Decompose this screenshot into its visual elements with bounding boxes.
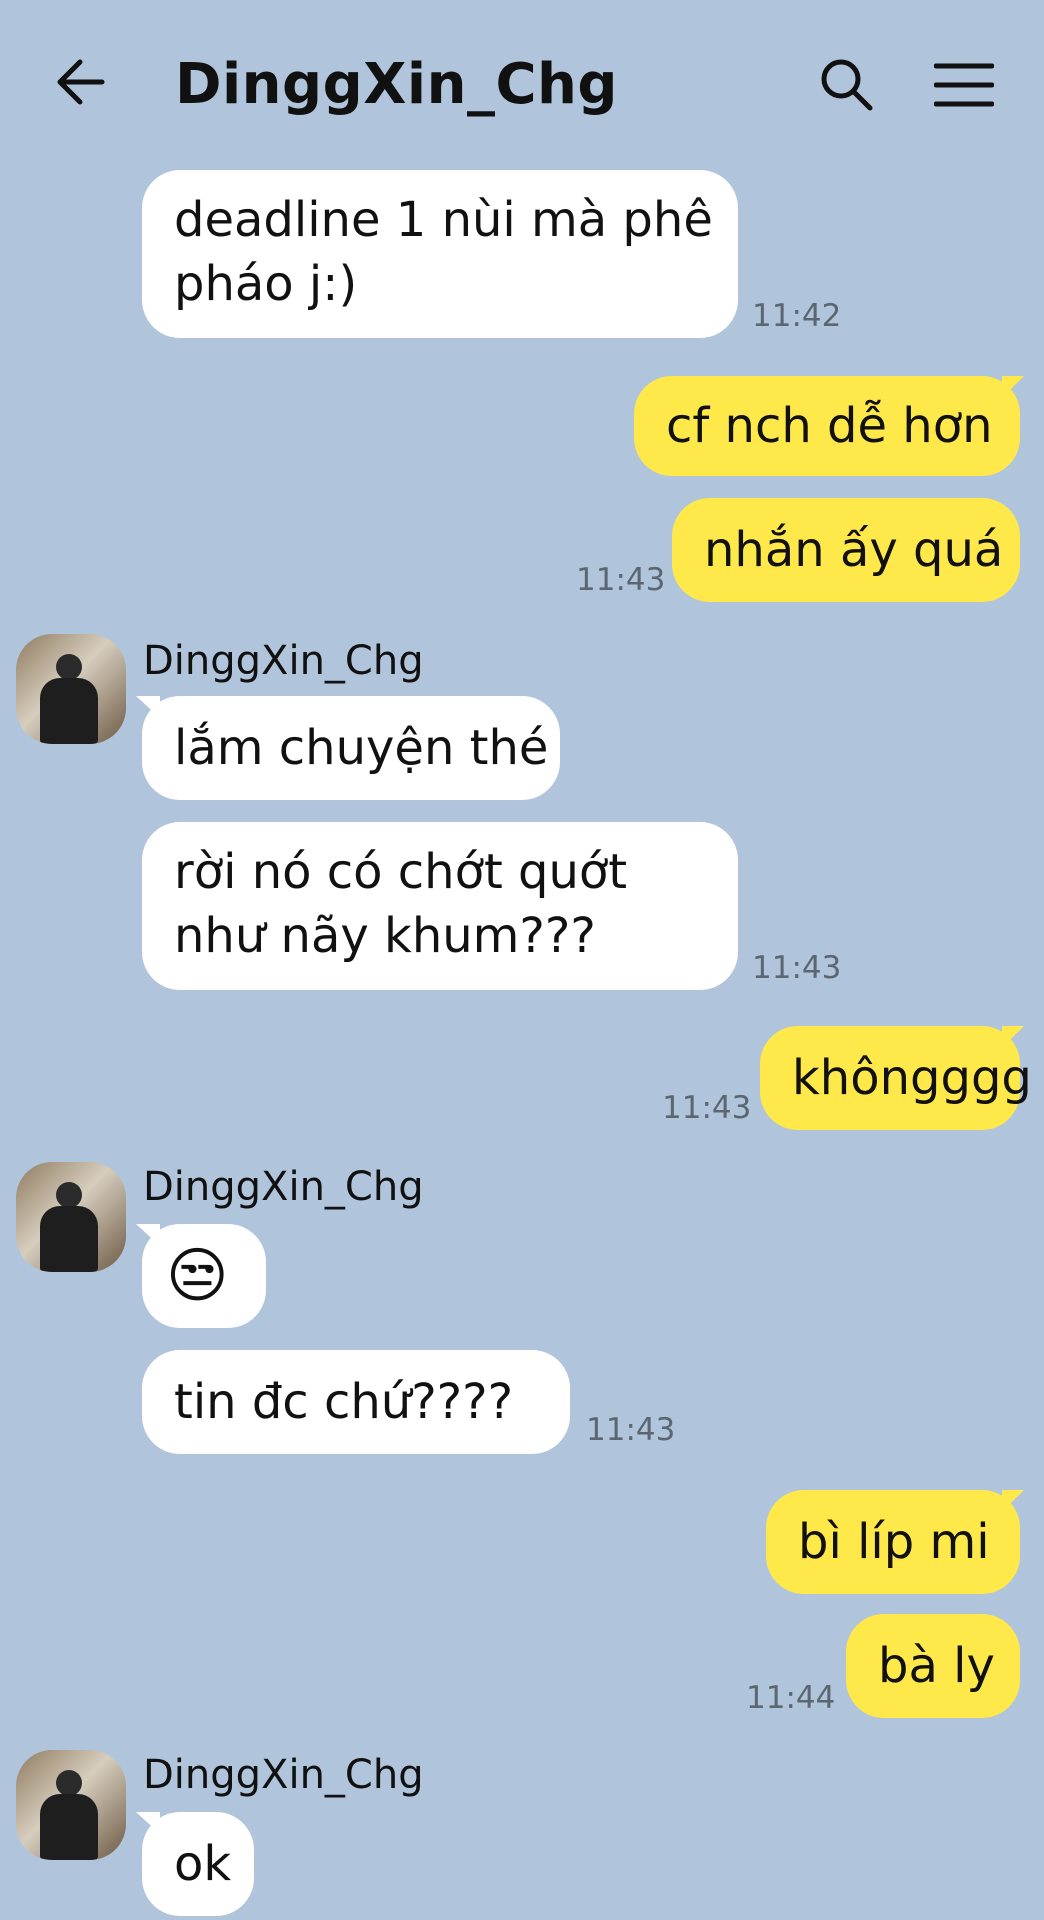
outgoing-message[interactable]: cf nch dễ hơn xyxy=(634,376,1024,476)
message-text: bì líp mi xyxy=(798,1514,990,1570)
message-text-line: rời nó có chớt quớt xyxy=(174,844,628,900)
search-icon[interactable] xyxy=(818,56,874,112)
outgoing-message[interactable]: bà ly xyxy=(846,1614,1020,1718)
chat-title: DinggXin_Chg xyxy=(175,52,619,117)
message-time: 11:43 xyxy=(576,562,666,598)
sender-name: DinggXin_Chg xyxy=(143,638,424,684)
message-text: tin đc chứ???? xyxy=(174,1374,514,1430)
outgoing-message[interactable]: khôngggg xyxy=(760,1026,1032,1130)
message-text: cf nch dễ hơn xyxy=(666,398,993,454)
message-text-line: như nãy khum??? xyxy=(174,908,596,964)
message-time: 11:43 xyxy=(586,1412,676,1448)
message-time: 11:43 xyxy=(662,1090,752,1126)
message-time: 11:42 xyxy=(752,298,842,334)
sender-name: DinggXin_Chg xyxy=(143,1752,424,1798)
hamburger-menu-icon[interactable] xyxy=(933,62,995,108)
outgoing-message[interactable]: bì líp mi xyxy=(766,1490,1024,1594)
arrow-left-icon[interactable] xyxy=(52,52,112,112)
message-text-line: deadline 1 nùi mà phê xyxy=(174,192,713,248)
incoming-message[interactable]: deadline 1 nùi mà phê pháo j:) xyxy=(142,170,738,338)
avatar[interactable] xyxy=(16,634,126,744)
incoming-message[interactable]: lắm chuyện thé xyxy=(136,696,560,800)
avatar[interactable] xyxy=(16,1162,126,1272)
message-text: nhắn ấy quá xyxy=(704,522,1004,578)
incoming-message[interactable]: ok xyxy=(136,1812,254,1916)
unamused-face-emoji: 😒 xyxy=(166,1241,229,1311)
message-text: khôngggg xyxy=(792,1050,1032,1106)
message-text-line: pháo j:) xyxy=(174,256,358,312)
sender-name: DinggXin_Chg xyxy=(143,1164,424,1210)
message-time: 11:44 xyxy=(746,1680,836,1716)
message-time: 11:43 xyxy=(752,950,842,986)
avatar[interactable] xyxy=(16,1750,126,1860)
outgoing-message[interactable]: nhắn ấy quá xyxy=(672,498,1020,602)
message-text: bà ly xyxy=(878,1638,995,1694)
incoming-message[interactable]: rời nó có chớt quớt như nãy khum??? xyxy=(142,822,738,990)
message-text: ok xyxy=(174,1836,232,1892)
chat-header: DinggXin_Chg xyxy=(0,0,1044,170)
message-text: lắm chuyện thé xyxy=(174,720,549,776)
incoming-message[interactable]: tin đc chứ???? xyxy=(142,1350,570,1454)
incoming-message[interactable]: 😒 xyxy=(136,1224,266,1328)
